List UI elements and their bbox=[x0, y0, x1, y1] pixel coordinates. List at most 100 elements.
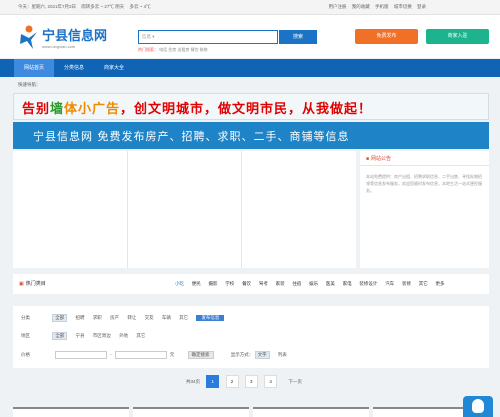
page-button[interactable]: 2 bbox=[225, 375, 239, 388]
link-city[interactable]: 城市切换 bbox=[394, 4, 412, 9]
category-bar: ▣ 热门类目 小吃 便民 摄影 学校 餐饮 驾考 家装 住宿 娱乐 医美 家电 装… bbox=[13, 274, 489, 294]
grid-column-2 bbox=[127, 151, 242, 268]
category-item[interactable]: 便民 bbox=[192, 281, 201, 286]
listing-previews bbox=[13, 407, 489, 417]
hot-search: 热门搜索： 电话 住房 出租房 餐饮 装修 bbox=[138, 47, 208, 53]
post-info-button[interactable]: 发布信息 bbox=[196, 315, 225, 321]
grid-column-3 bbox=[241, 151, 356, 268]
filter-option[interactable]: 求职 bbox=[93, 315, 102, 321]
filter-label: 地区 bbox=[21, 333, 30, 338]
calendar-icon: ▣ bbox=[19, 281, 24, 287]
filter-label: 分类 bbox=[21, 315, 30, 320]
filter-option[interactable]: 房产 bbox=[110, 315, 119, 321]
weather-text-2: 多云 ~ 4℃ bbox=[129, 4, 151, 9]
filter-option[interactable]: 宁县 bbox=[76, 333, 85, 339]
filter-option[interactable]: 转让 bbox=[127, 315, 136, 321]
banner1-text: 告别墙体小广告，创文明城市，做文明市民，从我做起！ bbox=[22, 102, 373, 117]
nav-home[interactable]: 网站首页 bbox=[14, 59, 54, 77]
category-item[interactable]: 装修 bbox=[402, 281, 411, 286]
category-item[interactable]: 娱乐 bbox=[309, 281, 318, 286]
next-page-button[interactable]: 下一页 bbox=[283, 375, 307, 388]
sort-option[interactable]: 列表 bbox=[278, 352, 287, 358]
nav-classifieds[interactable]: 分类信息 bbox=[54, 59, 94, 77]
notice-panel: 网站公告 本站免费提供：房产出租、招聘求职信息、二手出售、寻找失物招领等信息发布… bbox=[360, 151, 489, 268]
page-button[interactable]: 4 bbox=[264, 375, 278, 388]
category-item[interactable]: 其它 bbox=[419, 281, 428, 286]
page-button-current[interactable]: 1 bbox=[206, 375, 220, 388]
logo-subtitle: www.ningxian.com bbox=[42, 44, 76, 49]
logo-mark-icon bbox=[20, 25, 37, 49]
category-item[interactable]: 餐饮 bbox=[242, 281, 251, 286]
link-favorites[interactable]: 我的收藏 bbox=[352, 4, 370, 9]
filter-option[interactable]: 车辆 bbox=[162, 315, 171, 321]
hot-search-label: 热门搜索： bbox=[138, 47, 158, 52]
price-min-input[interactable] bbox=[55, 351, 108, 359]
filter-option-selected[interactable]: 全部 bbox=[52, 314, 68, 322]
header: 宁县信息网 www.ningxian.com 信息 ▾ 搜索 热门搜索： 电话 … bbox=[0, 15, 500, 58]
search-button[interactable]: 搜索 bbox=[279, 30, 317, 44]
category-item[interactable]: 摄影 bbox=[209, 281, 218, 286]
filter-option[interactable]: 其它 bbox=[136, 333, 145, 339]
filter-option[interactable]: 其它 bbox=[179, 315, 188, 321]
filter-row-region: 地区 全部 宁县 市区周边 外地 其它 bbox=[21, 332, 152, 340]
category-item[interactable]: 汽车 bbox=[385, 281, 394, 286]
notice-title: 网站公告 bbox=[366, 155, 391, 162]
filter-panel: 分类 全部 招聘 求职 房产 转让 交友 车辆 其它 发布信息 地区 全部 宁县… bbox=[13, 306, 489, 368]
link-register[interactable]: 用户注册 bbox=[328, 4, 346, 9]
date-text: 今天：星期六, 2021年7月3日 bbox=[18, 4, 77, 9]
price-max-input[interactable] bbox=[114, 351, 167, 359]
qq-icon bbox=[472, 399, 484, 413]
pagination: 共34页 1 2 3 4 下一页 bbox=[186, 375, 307, 388]
sort-option-selected[interactable]: 文字 bbox=[254, 351, 270, 360]
sort-label: 显示方式： bbox=[230, 352, 254, 358]
category-item[interactable]: 驾考 bbox=[259, 281, 268, 286]
page-button[interactable]: 3 bbox=[244, 375, 258, 388]
notice-divider bbox=[360, 165, 489, 166]
weather-text: 雨转多云 ~ 27℃ 阴天 bbox=[81, 4, 125, 9]
filter-option[interactable]: 市区周边 bbox=[93, 333, 111, 339]
link-mobile[interactable]: 手机版 bbox=[375, 4, 389, 9]
breadcrumb: 快速导航： bbox=[18, 82, 41, 87]
listing-card[interactable] bbox=[253, 407, 369, 417]
logo-title: 宁县信息网 bbox=[42, 29, 108, 44]
filter-option[interactable]: 交友 bbox=[145, 315, 154, 321]
grid-column-1 bbox=[13, 151, 128, 268]
qq-float-button[interactable] bbox=[463, 396, 493, 417]
info-grid bbox=[13, 151, 356, 268]
link-login[interactable]: 登录 bbox=[417, 4, 426, 9]
nav-merchants[interactable]: 商家大全 bbox=[94, 59, 134, 77]
logo[interactable]: 宁县信息网 www.ningxian.com bbox=[18, 24, 108, 54]
banner-civilized-city[interactable]: 告别墙体小广告，创文明城市，做文明市民，从我做起！ bbox=[13, 93, 489, 120]
filter-label: 价格 bbox=[21, 352, 30, 358]
filter-option[interactable]: 招聘 bbox=[76, 315, 85, 321]
main-nav: 网站首页 分类信息 商家大全 bbox=[0, 59, 500, 77]
merchant-button[interactable]: 商家入驻 bbox=[426, 29, 489, 44]
category-item[interactable]: 家装 bbox=[276, 281, 285, 286]
price-unit: 元 bbox=[169, 352, 175, 358]
filter-row-category: 分类 全部 招聘 求职 房产 转让 交友 车辆 其它 发布信息 bbox=[21, 314, 225, 322]
category-item[interactable]: 家电 bbox=[343, 281, 352, 286]
banner2-text: 宁县信息网 免费发布房产、招聘、求职、二手、商铺等信息 bbox=[33, 130, 350, 143]
listing-card[interactable] bbox=[13, 407, 129, 417]
filter-option[interactable]: 外地 bbox=[119, 333, 128, 339]
category-item[interactable]: 更多 bbox=[435, 281, 444, 286]
listing-card[interactable] bbox=[373, 407, 463, 417]
category-list: 小吃 便民 摄影 学校 餐饮 驾考 家装 住宿 娱乐 医美 家电 装修设计 汽车… bbox=[175, 274, 451, 294]
category-item[interactable]: 住宿 bbox=[292, 281, 301, 286]
page-total: 共34页 bbox=[186, 379, 201, 384]
price-search-button[interactable]: 确定搜索 bbox=[187, 351, 214, 360]
category-item[interactable]: 医美 bbox=[326, 281, 335, 286]
category-title: ▣ 热门类目 bbox=[19, 281, 46, 287]
category-item[interactable]: 装修设计 bbox=[359, 281, 377, 286]
listing-card[interactable] bbox=[133, 407, 249, 417]
filter-option-selected[interactable]: 全部 bbox=[52, 332, 68, 340]
notice-body: 本站免费提供：房产出租、招聘求职信息、二手出售、寻找失物招领等信息发布服务，欢迎… bbox=[366, 174, 482, 193]
banner-free-post[interactable]: 宁县信息网 免费发布房产、招聘、求职、二手、商铺等信息 bbox=[13, 122, 489, 149]
category-item[interactable]: 小吃 bbox=[175, 281, 184, 286]
category-item[interactable]: 学校 bbox=[225, 281, 234, 286]
filter-row-price: 价格 -元 确定搜索 显示方式： 文字 列表 bbox=[21, 351, 287, 360]
top-bar: 今天：星期六, 2021年7月3日 雨转多云 ~ 27℃ 阴天 多云 ~ 4℃ … bbox=[0, 0, 500, 15]
hot-search-items[interactable]: 电话 住房 出租房 餐饮 装修 bbox=[159, 47, 207, 52]
search-input[interactable]: 信息 ▾ bbox=[138, 30, 278, 44]
post-button[interactable]: 免费发布 bbox=[355, 29, 418, 44]
